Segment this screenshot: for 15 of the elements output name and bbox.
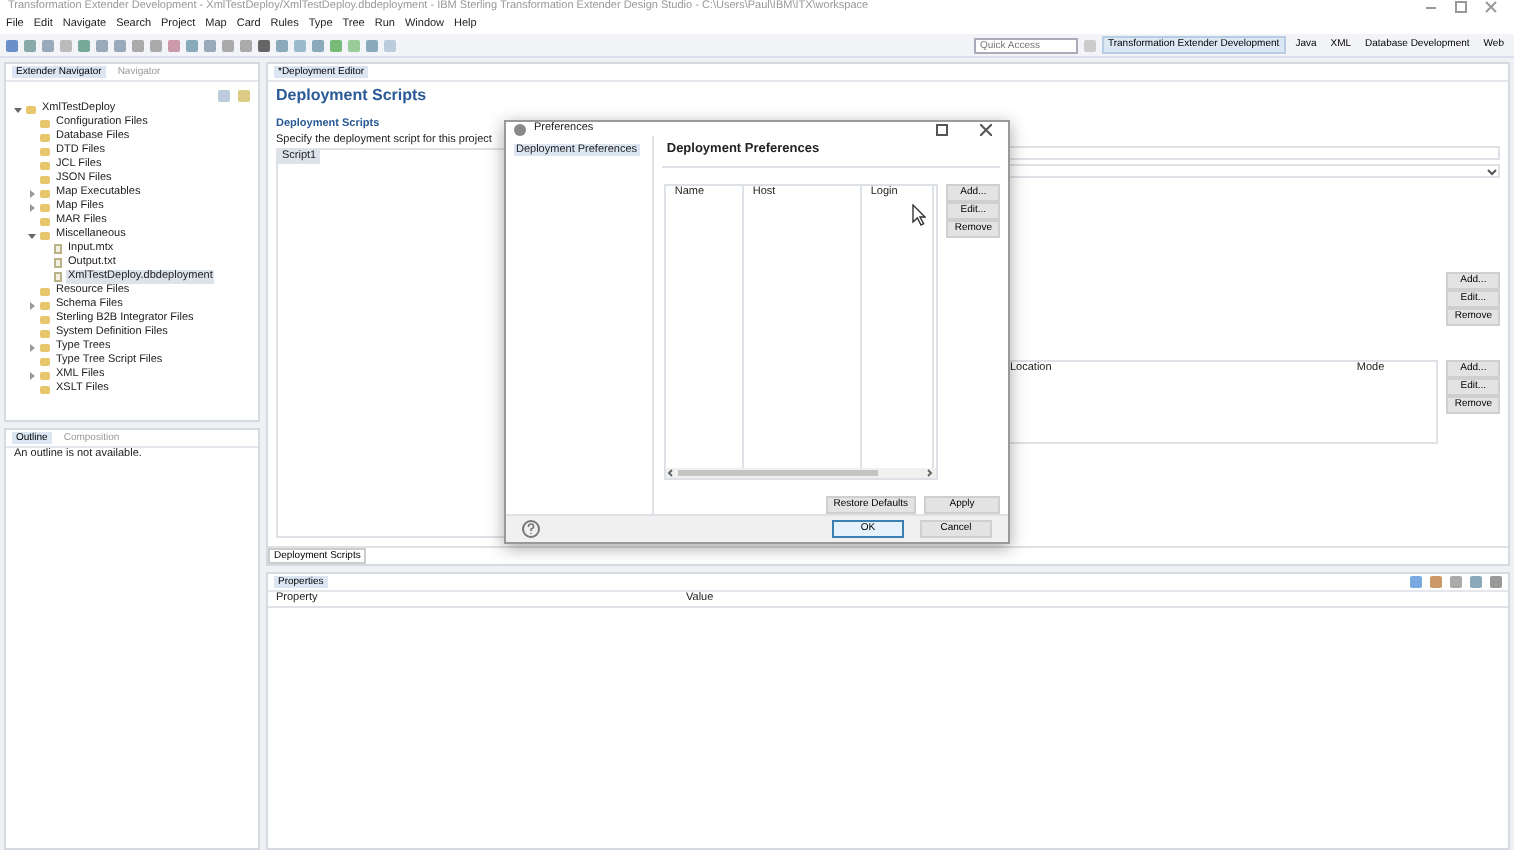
name-field[interactable] [1008, 146, 1500, 161]
collapsed-arrow-icon[interactable] [28, 341, 36, 353]
collapsed-arrow-icon[interactable] [28, 369, 36, 381]
editor-heading: Deployment Scripts [276, 84, 429, 108]
maximize-icon[interactable] [936, 123, 948, 136]
collapsed-arrow-icon[interactable] [28, 187, 36, 199]
expanded-arrow-icon[interactable] [28, 229, 36, 241]
scrollbar-drawing[interactable] [666, 467, 937, 478]
close-icon[interactable] [980, 123, 992, 136]
expanded-arrow-icon[interactable] [14, 103, 22, 115]
collapsed-arrow-icon[interactable] [28, 299, 36, 311]
help-icon[interactable] [522, 519, 540, 538]
app-icon [514, 123, 526, 136]
mouse-pointer-icon [912, 204, 926, 226]
open-perspective-icon[interactable] [1083, 39, 1096, 51]
